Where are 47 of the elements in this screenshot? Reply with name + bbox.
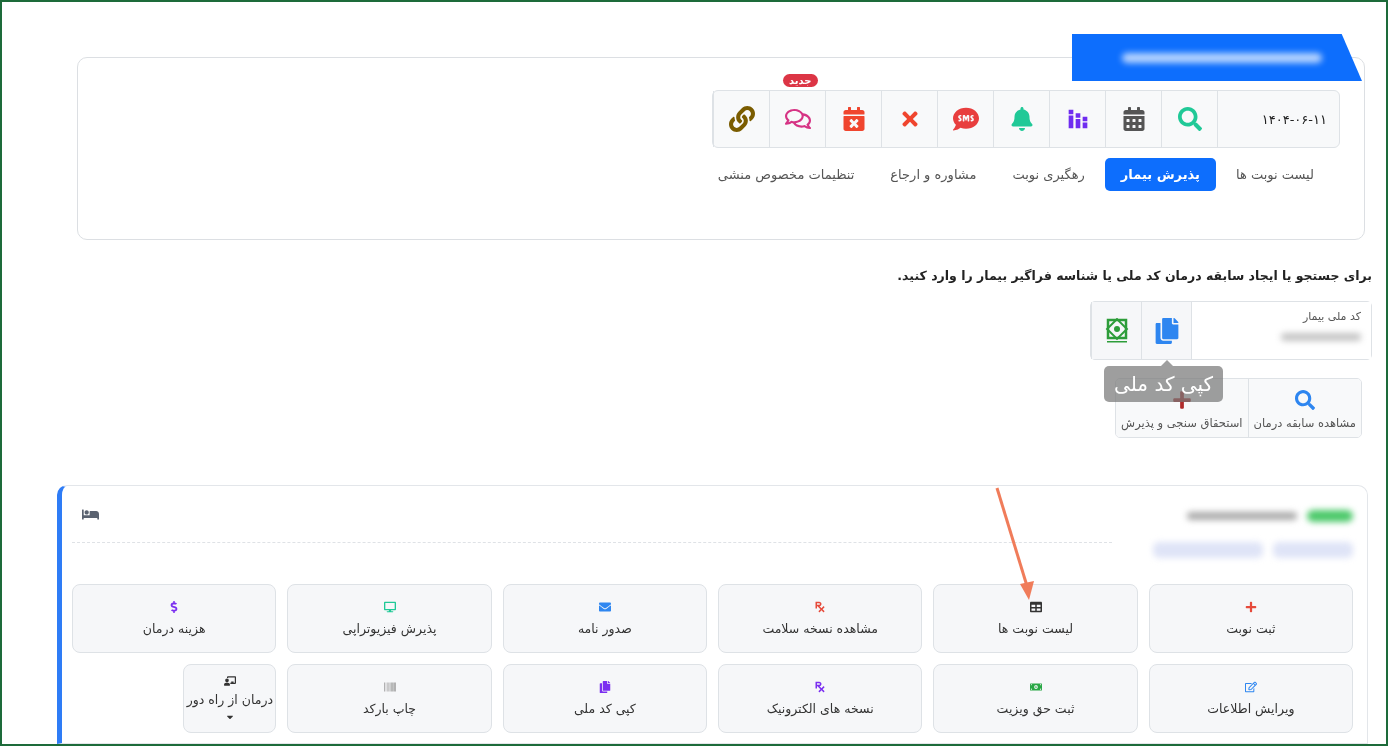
emblem-icon [1103,317,1130,344]
service-button[interactable]: چاپ بارکد [287,664,492,733]
envelope-icon [598,601,611,613]
table-icon [1029,601,1042,613]
prescription-icon [814,601,827,613]
service-button[interactable]: لیست نوبت ها [933,584,1138,653]
date-label: ۱۴۰۴-۰۶-۱۱ [1217,91,1339,147]
calendar-x-icon [841,107,866,131]
bell-icon [1009,107,1034,131]
tab[interactable]: تنظیمات مخصوص منشی [701,158,871,191]
plus-icon [1244,601,1257,613]
service-button[interactable]: درمان از راه دور [183,664,277,733]
service-button[interactable]: کپی کد ملی [502,664,707,733]
monitor-icon [383,601,396,613]
chat-icon [784,106,811,132]
service-button[interactable]: مشاهده نسخه سلامت [718,584,923,653]
tab[interactable]: رهگیری نوبت [996,158,1101,191]
search-icon [1294,390,1315,410]
copy-icon [1153,317,1180,344]
copy-button[interactable] [1141,302,1191,359]
search-icon [1177,107,1202,131]
prescription-icon [814,681,827,693]
service-button[interactable]: پذیرش فیزیوتراپی [287,584,492,653]
blurred-status-badge [1307,510,1353,522]
calendar-icon [1121,107,1146,131]
tab[interactable]: مشاوره و ارجاع [874,158,993,191]
national-id-field[interactable]: کد ملی بیمار [1191,302,1371,359]
barcode-icon [383,681,396,693]
edit-icon [1244,681,1257,693]
service-button[interactable]: هزینه درمان [72,584,277,653]
teacher-icon [223,675,236,687]
logo-button[interactable] [1091,302,1141,359]
service-button[interactable]: ثبت حق ویزیت [933,664,1138,733]
service-button[interactable]: ویرایش اطلاعات [1148,664,1353,733]
service-button[interactable]: نسخه های الکترونیک [718,664,923,733]
new-badge: جدید [783,74,818,87]
service-button[interactable]: صدور نامه [502,584,707,653]
action-button[interactable]: مشاهده سابقه درمان [1247,379,1361,437]
service-button[interactable]: ثبت نوبت [1148,584,1353,653]
tab[interactable]: پذیرش بیمار [1104,158,1216,191]
banknote-icon [1029,681,1042,693]
link-icon [728,106,755,132]
tab[interactable]: لیست نوبت ها [1219,158,1330,191]
sms-icon [952,106,979,132]
tooltip: کپی کد ملی [1104,366,1223,402]
instruction-text: برای جستجو یا ایجاد سابقه درمان کد ملی یا شناسه فراگیر بیمار را وارد کنید. [897,268,1372,283]
copy-icon [598,681,611,693]
